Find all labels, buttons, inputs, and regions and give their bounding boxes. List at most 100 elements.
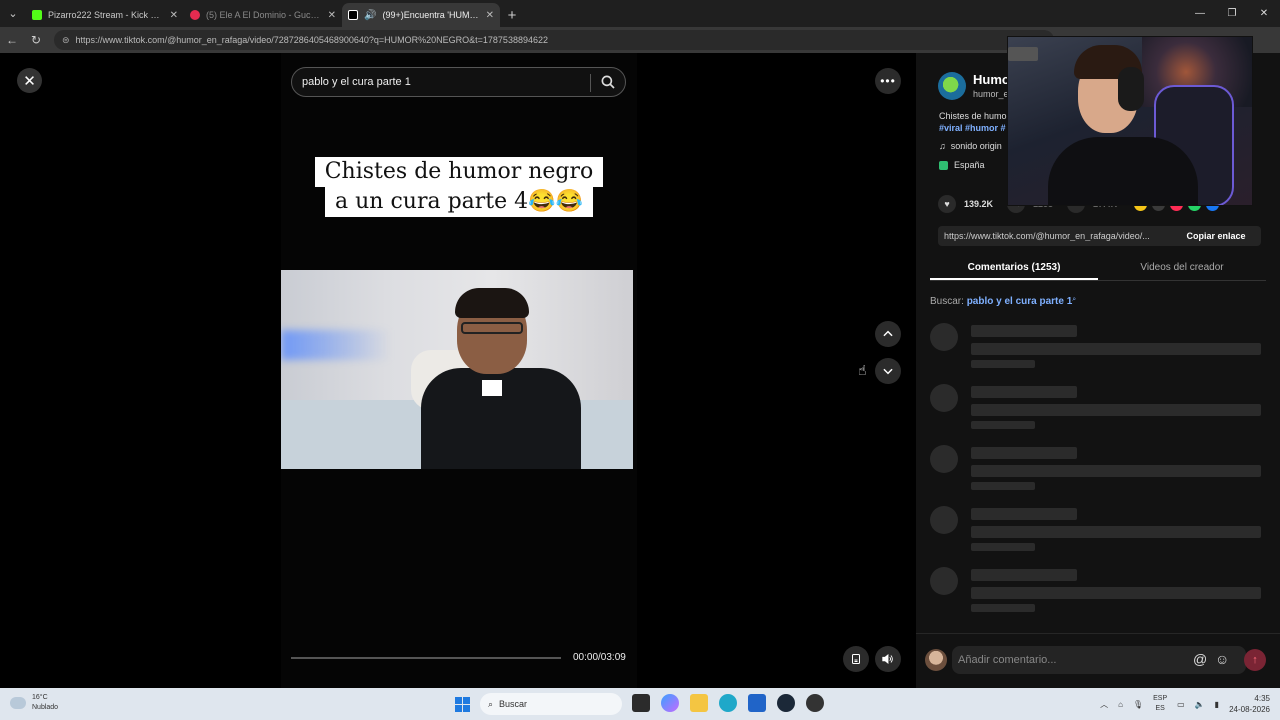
task-view-icon[interactable] xyxy=(632,694,650,712)
chevron-up-icon[interactable]: ︿ xyxy=(1100,699,1108,710)
video-frame[interactable] xyxy=(281,270,633,469)
weather-widget[interactable]: 16°C Nublado xyxy=(10,693,58,713)
speaker-icon[interactable]: 🔈 xyxy=(1195,700,1205,709)
send-comment-button[interactable]: ↑ xyxy=(1244,649,1266,671)
taskbar-search[interactable]: ⌕ Buscar xyxy=(480,693,622,715)
comment-skeleton-bar xyxy=(971,421,1035,429)
file-explorer-icon[interactable] xyxy=(690,694,708,712)
tab-close-icon[interactable]: ✕ xyxy=(328,10,336,21)
audio-playing-icon[interactable]: 🔊 xyxy=(364,10,376,21)
taskbar-pinned-apps xyxy=(632,694,824,712)
volume-button[interactable] xyxy=(875,646,901,672)
comment-skeleton-bar xyxy=(971,604,1035,612)
video-link[interactable]: https://www.tiktok.com/@humor_en_rafaga/… xyxy=(938,231,1171,241)
url-field[interactable]: ⊜ https://www.tiktok.com/@humor_en_rafag… xyxy=(54,30,1054,50)
video-progress-bar[interactable] xyxy=(291,657,561,659)
next-video-button[interactable] xyxy=(875,358,901,384)
captions-button[interactable] xyxy=(843,646,869,672)
comment-skeleton-bar xyxy=(971,526,1261,538)
tab-creator-videos[interactable]: Videos del creador xyxy=(1098,255,1266,280)
restore-icon[interactable]: ❐ xyxy=(1216,0,1248,27)
video-hashtags[interactable]: #viral #humor # xyxy=(939,123,1006,133)
comment-skeleton-avatar xyxy=(930,384,958,412)
clerical-collar xyxy=(482,380,502,396)
comment-skeleton-avatar xyxy=(930,323,958,351)
edge-icon[interactable] xyxy=(719,694,737,712)
related-search[interactable]: Buscar: pablo y el cura parte 1⌕ xyxy=(930,296,1076,307)
tab-tiktok[interactable]: 🔊 (99+)Encuentra 'HUMOR NEGRO' ✕ xyxy=(342,3,500,27)
caption-line-2: a un cura parte 4😂😂 xyxy=(325,187,593,217)
arrow-up-icon: ↑ xyxy=(1252,654,1258,666)
search-icon: ⌕ xyxy=(488,698,494,709)
tab-search-menu-icon[interactable]: ⌄ xyxy=(0,0,26,27)
person-glasses xyxy=(461,322,523,334)
tab-music-video[interactable]: (5) Ele A El Dominio - Gucci En Mi... ✕ xyxy=(184,3,342,27)
back-arrow-icon[interactable]: ← xyxy=(0,27,24,53)
captions-icon xyxy=(852,654,860,664)
tab-title: (5) Ele A El Dominio - Gucci En Mi... xyxy=(206,10,322,20)
tab-close-icon[interactable]: ✕ xyxy=(170,10,178,21)
heart-icon[interactable]: ♥ xyxy=(938,195,956,213)
close-video-button[interactable]: ✕ xyxy=(17,68,42,93)
copilot-icon[interactable] xyxy=(661,694,679,712)
video-search-input[interactable]: pablo y el cura parte 1 xyxy=(291,67,626,97)
tab-close-icon[interactable]: ✕ xyxy=(486,10,494,21)
taskbar-clock[interactable]: 4:35 24-08-2026 xyxy=(1229,693,1270,715)
language-indicator[interactable]: ESP ES xyxy=(1153,694,1167,714)
author-avatar[interactable] xyxy=(938,72,966,100)
weather-text: 16°C Nublado xyxy=(32,693,58,713)
comment-skeleton-bar xyxy=(971,508,1077,520)
mention-icon[interactable]: @ xyxy=(1193,651,1207,667)
comment-skeleton-bar xyxy=(971,325,1077,337)
close-window-icon[interactable]: ✕ xyxy=(1248,0,1280,27)
author-name[interactable]: Humo xyxy=(973,72,1010,87)
author-handle[interactable]: humor_e xyxy=(973,89,1009,99)
streamer-headset xyxy=(1118,67,1144,111)
copy-link-button[interactable]: Copiar enlace xyxy=(1171,231,1261,241)
window-controls: — ❐ ✕ xyxy=(1184,0,1280,27)
new-tab-button[interactable]: + xyxy=(500,3,524,27)
previous-video-button[interactable] xyxy=(875,321,901,347)
network-icon[interactable]: ⌂ xyxy=(1118,700,1123,709)
comment-skeleton-bar xyxy=(971,587,1261,599)
system-tray: ︿ ⌂ 🎙 ESP ES ▭ 🔈 ▮ 4:35 24-08-2026 xyxy=(1100,693,1270,715)
clock-date: 24-08-2026 xyxy=(1229,705,1270,714)
more-options-button[interactable]: ••• xyxy=(875,68,901,94)
comment-skeleton-bar xyxy=(971,543,1035,551)
related-search-term[interactable]: pablo y el cura parte 1 xyxy=(967,296,1073,307)
video-player[interactable]: pablo y el cura parte 1 Chistes de humor… xyxy=(281,53,637,688)
streamer-webcam-overlay xyxy=(1007,36,1253,206)
comment-skeleton-avatar xyxy=(930,445,958,473)
store-icon[interactable] xyxy=(748,694,766,712)
windows-taskbar: 16°C Nublado ⌕ Buscar ︿ ⌂ 🎙 ESP ES ▭ 🔈 ▮… xyxy=(0,688,1280,720)
steam-icon[interactable] xyxy=(777,694,795,712)
taskbar-search-placeholder: Buscar xyxy=(499,699,528,709)
tab-kick-dashboard[interactable]: Pizarro222 Stream - Kick Dashboard ✕ xyxy=(26,3,184,27)
display-icon[interactable]: ▭ xyxy=(1177,700,1185,709)
site-info-icon[interactable]: ⊜ xyxy=(62,35,70,46)
app-icon[interactable] xyxy=(806,694,824,712)
reload-icon[interactable]: ↻ xyxy=(24,27,48,53)
minimize-icon[interactable]: — xyxy=(1184,0,1216,27)
language-top: ESP xyxy=(1153,695,1168,702)
comment-skeleton-avatar xyxy=(930,506,958,534)
comment-skeleton-bar xyxy=(971,360,1035,368)
windows-start-icon[interactable] xyxy=(455,697,470,712)
tab-comments[interactable]: Comentarios (1253) xyxy=(930,255,1098,280)
comment-skeleton-bar xyxy=(971,482,1035,490)
comment-composer: Añadir comentario... @ ☺ ↑ xyxy=(916,633,1280,688)
clock-time: 4:35 xyxy=(1254,694,1270,703)
comment-skeleton-bar xyxy=(971,569,1077,581)
search-icon[interactable] xyxy=(599,73,617,91)
battery-icon[interactable]: ▮ xyxy=(1215,700,1219,709)
comment-skeleton-avatar xyxy=(930,567,958,595)
volume-icon xyxy=(882,654,893,664)
comment-placeholder: Añadir comentario... xyxy=(958,654,1057,666)
microphone-icon[interactable]: 🎙 xyxy=(1133,700,1143,709)
neon-light xyxy=(281,330,391,360)
region-name: España xyxy=(954,160,985,170)
emoji-icon[interactable]: ☺ xyxy=(1215,651,1229,667)
browser-tab-bar: ⌄ Pizarro222 Stream - Kick Dashboard ✕ (… xyxy=(0,0,1280,27)
sound-link[interactable]: ♫ sonido origin xyxy=(939,141,1002,151)
user-avatar xyxy=(925,649,947,671)
